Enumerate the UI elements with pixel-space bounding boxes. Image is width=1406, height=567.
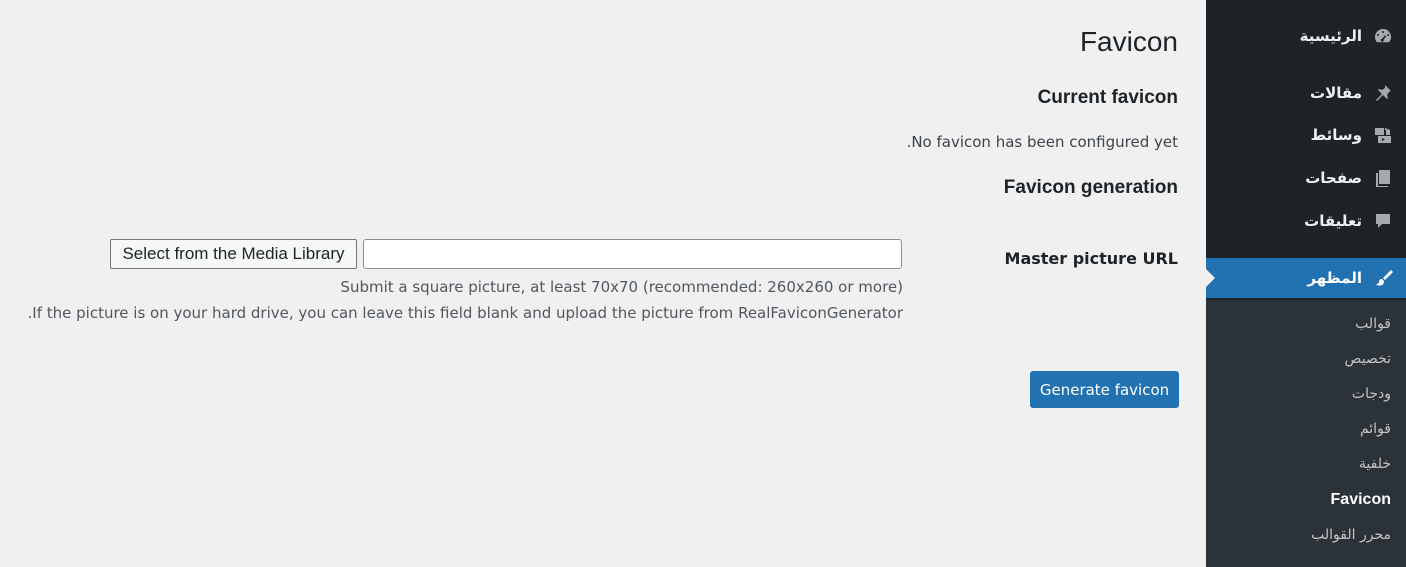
media-icon	[1372, 124, 1394, 146]
app-root: الرئيسية مقالات وسائط صفحات تعليقات المظ…	[0, 0, 1406, 567]
submenu-item-menus[interactable]: قوائم	[1360, 421, 1391, 437]
submenu-item-theme-editor[interactable]: محرر القوالب	[1311, 527, 1391, 543]
favicon-generation-heading: Favicon generation	[1003, 177, 1178, 198]
sidebar-item-comments[interactable]: تعليقات	[1206, 201, 1406, 241]
sidebar-item-label: وسائط	[1310, 126, 1362, 144]
generate-favicon-button[interactable]: Generate favicon	[1030, 371, 1179, 408]
submenu-item-themes[interactable]: قوالب	[1355, 316, 1391, 332]
sidebar-item-label: تعليقات	[1304, 212, 1362, 230]
pin-icon	[1372, 82, 1394, 104]
sidebar-item-label: الرئيسية	[1299, 27, 1362, 45]
sidebar-item-label: مقالات	[1310, 84, 1362, 102]
master-picture-url-input[interactable]	[363, 239, 902, 269]
master-picture-label: Master picture URL	[1004, 249, 1178, 268]
submenu-item-customize[interactable]: تخصيص	[1345, 351, 1391, 367]
sidebar-item-media[interactable]: وسائط	[1206, 115, 1406, 155]
submenu-item-widgets[interactable]: ودجات	[1352, 386, 1391, 402]
current-favicon-heading: Current favicon	[1037, 87, 1178, 108]
dashboard-icon	[1372, 25, 1394, 47]
submenu-item-favicon[interactable]: Favicon	[1331, 491, 1391, 509]
admin-sidebar: الرئيسية مقالات وسائط صفحات تعليقات المظ…	[1206, 0, 1406, 567]
sidebar-item-appearance[interactable]: المظهر	[1206, 258, 1406, 298]
no-favicon-message: No favicon has been configured yet.	[906, 133, 1178, 151]
sidebar-item-label: المظهر	[1307, 269, 1362, 287]
help-text-size: Submit a square picture, at least 70x70 …	[340, 278, 903, 296]
select-media-library-button[interactable]: Select from the Media Library	[110, 239, 357, 269]
help-text-upload: If the picture is on your hard drive, yo…	[27, 304, 904, 322]
appearance-brush-icon	[1372, 267, 1394, 289]
sidebar-item-dashboard[interactable]: الرئيسية	[1206, 16, 1406, 56]
sidebar-item-label: صفحات	[1305, 169, 1362, 187]
pages-icon	[1372, 167, 1394, 189]
page-title: Favicon	[1079, 26, 1178, 57]
sidebar-item-pages[interactable]: صفحات	[1206, 158, 1406, 198]
comments-icon	[1372, 210, 1394, 232]
submenu-item-background[interactable]: خلفية	[1359, 456, 1391, 472]
appearance-submenu: قوالب تخصيص ودجات قوائم خلفية Favicon مح…	[1206, 300, 1406, 567]
sidebar-item-posts[interactable]: مقالات	[1206, 73, 1406, 113]
